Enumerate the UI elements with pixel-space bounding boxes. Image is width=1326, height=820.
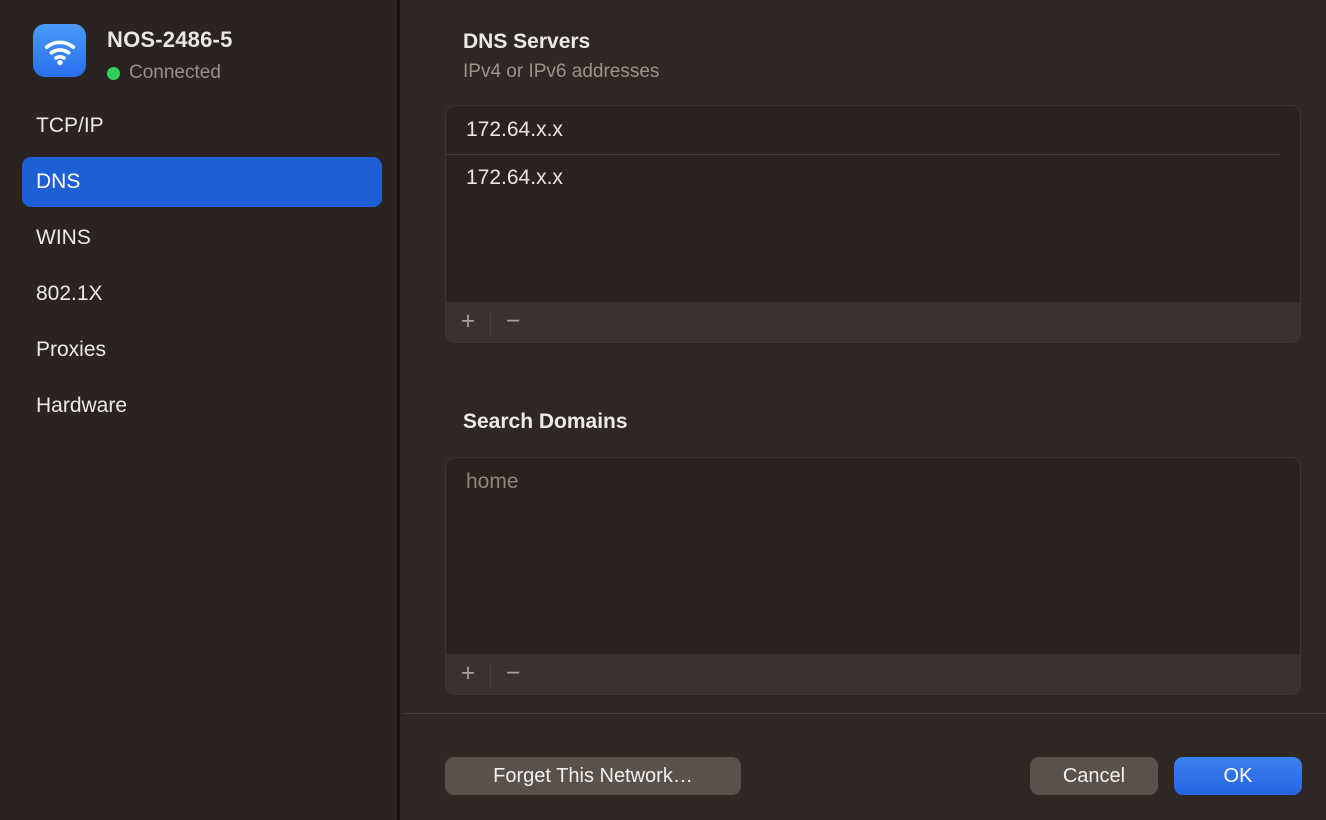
- add-dns-server-button[interactable]: +: [446, 303, 490, 343]
- sidebar: NOS-2486-5 Connected TCP/IP DNS WINS 802…: [0, 0, 400, 820]
- sidebar-item-wins[interactable]: WINS: [22, 213, 382, 263]
- search-domains-list-footer: + −: [446, 654, 1300, 694]
- cancel-button[interactable]: Cancel: [1030, 757, 1158, 795]
- remove-dns-server-button[interactable]: −: [491, 303, 535, 343]
- sidebar-item-hardware[interactable]: Hardware: [22, 381, 382, 431]
- dns-server-entry[interactable]: 172.64.x.x: [446, 106, 1300, 154]
- search-domains-list-box: home + −: [445, 457, 1301, 695]
- dns-settings-pane: DNS Servers IPv4 or IPv6 addresses 172.6…: [403, 0, 1326, 820]
- bottom-separator: [403, 713, 1326, 714]
- connected-status-icon: [107, 67, 120, 80]
- wifi-icon: [33, 24, 86, 77]
- search-domains-rows: home: [446, 458, 1300, 654]
- forget-network-button[interactable]: Forget This Network…: [445, 757, 741, 795]
- dns-server-entry[interactable]: 172.64.x.x: [446, 154, 1300, 202]
- dns-servers-rows: 172.64.x.x 172.64.x.x: [446, 106, 1300, 302]
- network-status: Connected: [107, 62, 233, 84]
- network-details-window: NOS-2486-5 Connected TCP/IP DNS WINS 802…: [0, 0, 1326, 820]
- sidebar-item-8021x[interactable]: 802.1X: [22, 269, 382, 319]
- dns-servers-list-footer: + −: [446, 302, 1300, 342]
- dns-servers-subtitle: IPv4 or IPv6 addresses: [463, 61, 659, 83]
- sidebar-item-proxies[interactable]: Proxies: [22, 325, 382, 375]
- sidebar-item-tcpip[interactable]: TCP/IP: [22, 101, 382, 151]
- ok-button[interactable]: OK: [1174, 757, 1302, 795]
- search-domains-title: Search Domains: [463, 410, 628, 434]
- sidebar-nav: TCP/IP DNS WINS 802.1X Proxies Hardware: [22, 101, 382, 437]
- connected-status-label: Connected: [129, 62, 221, 84]
- sidebar-item-dns[interactable]: DNS: [22, 157, 382, 207]
- dns-servers-title: DNS Servers: [463, 30, 590, 54]
- search-domain-entry[interactable]: home: [446, 458, 1300, 506]
- add-search-domain-button[interactable]: +: [446, 655, 490, 695]
- network-header: NOS-2486-5 Connected: [33, 24, 233, 84]
- dns-servers-list-box: 172.64.x.x 172.64.x.x + −: [445, 105, 1301, 343]
- network-meta: NOS-2486-5 Connected: [107, 24, 233, 84]
- network-name: NOS-2486-5: [107, 27, 233, 53]
- remove-search-domain-button[interactable]: −: [491, 655, 535, 695]
